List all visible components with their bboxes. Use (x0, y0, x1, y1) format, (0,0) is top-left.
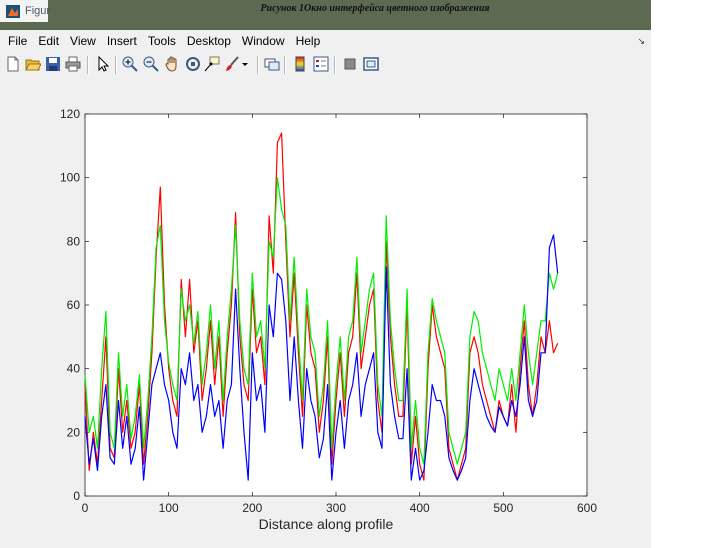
hide-plot-tools-icon[interactable] (341, 55, 359, 73)
y-tick-label: 120 (60, 107, 80, 121)
toolbar-separator (284, 56, 286, 74)
x-tick-label: 600 (577, 501, 597, 515)
dock-arrow-icon[interactable]: ↘ (637, 36, 645, 47)
line-chart: 0 100 200 300 400 500 600 0 20 40 60 80 100 120 Distan… (60, 107, 597, 532)
matlab-icon (6, 5, 20, 18)
x-tick-label: 400 (410, 501, 430, 515)
toolbar (0, 52, 651, 78)
save-icon[interactable] (44, 55, 62, 73)
y-tick-label: 80 (67, 234, 81, 248)
menu-help[interactable]: Help (296, 34, 321, 48)
toolbar-separator (115, 56, 117, 74)
figure-window: Figur File Edit View Insert Tools Deskto… (0, 0, 651, 548)
insert-colorbar-icon[interactable] (291, 55, 309, 73)
y-tick-label: 100 (60, 171, 80, 185)
brush-dropdown-icon[interactable] (240, 55, 250, 73)
x-tick-label: 200 (242, 501, 262, 515)
window-title: Figur (25, 5, 51, 17)
zoom-out-icon[interactable] (142, 55, 160, 73)
new-figure-icon[interactable] (4, 55, 22, 73)
x-tick-label: 100 (159, 501, 179, 515)
menu-view[interactable]: View (70, 34, 96, 48)
brush-icon[interactable] (223, 55, 241, 73)
show-plot-tools-icon[interactable] (362, 55, 380, 73)
menu-insert[interactable]: Insert (107, 34, 137, 48)
open-file-icon[interactable] (24, 55, 42, 73)
title-bar-strip (48, 22, 651, 30)
figure-canvas[interactable]: 0 100 200 300 400 500 600 0 20 40 60 80 100 120 Distan… (2, 80, 649, 548)
link-plot-icon[interactable] (263, 55, 281, 73)
title-tab[interactable]: Figur (0, 0, 51, 22)
menu-file[interactable]: File (8, 34, 27, 48)
rotate-3d-icon[interactable] (184, 55, 202, 73)
pointer-icon[interactable] (94, 55, 112, 73)
data-cursor-icon[interactable] (203, 55, 221, 73)
pan-icon[interactable] (163, 55, 181, 73)
print-icon[interactable] (64, 55, 82, 73)
x-tick-label: 0 (82, 501, 89, 515)
x-tick-label: 300 (326, 501, 346, 515)
menu-window[interactable]: Window (242, 34, 285, 48)
toolbar-separator (334, 56, 336, 74)
y-tick-label: 20 (67, 425, 81, 439)
y-tick-label: 60 (67, 298, 81, 312)
insert-legend-icon[interactable] (312, 55, 330, 73)
menu-bar: File Edit View Insert Tools Desktop Wind… (0, 30, 651, 52)
document-margin (651, 0, 702, 548)
menu-edit[interactable]: Edit (38, 34, 59, 48)
toolbar-separator (257, 56, 259, 74)
x-axis-label: Distance along profile (259, 516, 394, 532)
x-tick-label: 500 (493, 501, 513, 515)
menu-desktop[interactable]: Desktop (187, 34, 231, 48)
y-tick-label: 40 (67, 362, 81, 376)
y-tick-label: 0 (73, 489, 80, 503)
toolbar-separator (87, 56, 89, 74)
menu-tools[interactable]: Tools (148, 34, 176, 48)
document-caption: Рисунок 1Окно интерфейса цветного изобра… (260, 3, 490, 14)
zoom-in-icon[interactable] (121, 55, 139, 73)
